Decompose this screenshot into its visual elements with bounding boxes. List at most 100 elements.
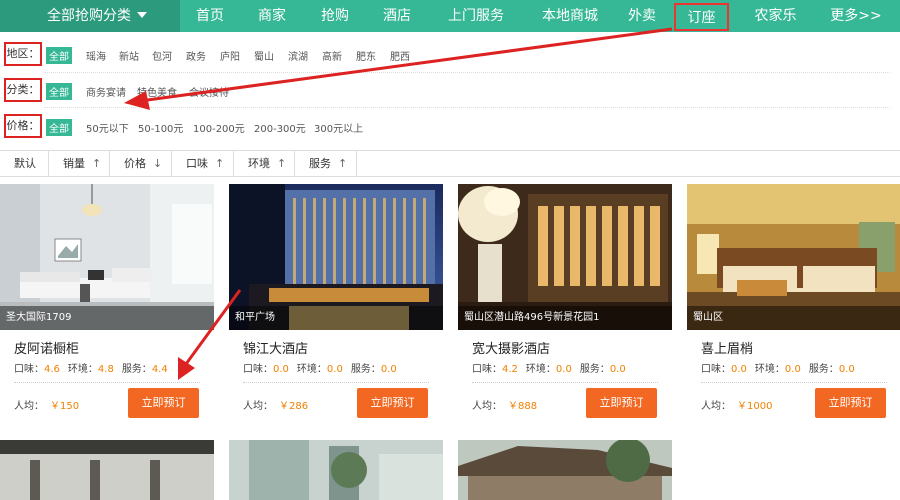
sort-taste[interactable]: 口味 ↑ xyxy=(172,151,234,176)
filter-price-option[interactable]: 300元以上 xyxy=(314,120,363,135)
listing-name[interactable]: 皮阿诺橱柜 xyxy=(14,338,79,357)
book-now-button[interactable]: 立即预订 xyxy=(128,388,199,418)
filter-region-option[interactable]: 肥西 xyxy=(390,48,410,63)
listing-location: 圣大国际1709 xyxy=(0,306,214,330)
sort-default[interactable]: 默认 xyxy=(0,151,49,176)
arrow-up-icon: ↑ xyxy=(92,157,102,170)
filter-category-option[interactable]: 商务宴请 xyxy=(86,84,126,99)
filter-region-option[interactable]: 政务 xyxy=(186,48,206,63)
filter-price-option[interactable]: 100-200元 xyxy=(193,120,245,135)
pavilion-photo xyxy=(458,440,672,500)
divider xyxy=(243,382,429,383)
listing-name[interactable]: 宽大摄影酒店 xyxy=(472,338,550,357)
average-price: 人均： ￥888 xyxy=(472,397,537,412)
nav-item-more[interactable]: 更多>> xyxy=(824,0,888,32)
average-price-value: ￥286 xyxy=(279,401,309,412)
listing-card[interactable]: 蜀山区 喜上眉梢 口味：0.0 环境：0.0 服务：0.0 人均： ￥1000 立即预… xyxy=(687,184,900,434)
environment-score: 0.0 xyxy=(555,364,572,375)
listing-card[interactable]: 蜀山区潜山路496号新景花园1 宽大摄影酒店 口味：4.2 环境：0.0 服务：0.… xyxy=(458,184,672,434)
filter-row-region: 地区： 全部 瑶海 新站 包河 政务 庐阳 蜀山 滨湖 高新 肥东 肥西 xyxy=(0,38,900,68)
filter-price-option[interactable]: 200-300元 xyxy=(254,120,306,135)
sort-sales[interactable]: 销量 ↑ xyxy=(49,151,110,176)
sort-price[interactable]: 价格 ↓ xyxy=(110,151,172,176)
filter-region-option[interactable]: 瑶海 xyxy=(86,48,106,63)
listing-location: 蜀山区潜山路496号新景花园1 xyxy=(458,306,672,330)
average-price-label: 人均： xyxy=(14,401,44,412)
filter-row-category: 分类： 全部 商务宴请 特色美食 会议接待 xyxy=(0,74,900,104)
book-now-button[interactable]: 立即预订 xyxy=(586,388,657,418)
environment-score: 0.0 xyxy=(326,364,343,375)
listing-photo[interactable]: 和平广场 xyxy=(229,184,443,330)
filter-label-category: 分类： xyxy=(4,78,42,102)
filter-price-option[interactable]: 50-100元 xyxy=(138,120,183,135)
listing-ratings: 口味：0.0 环境：0.0 服务：0.0 xyxy=(701,360,863,375)
environment-label: 环境： xyxy=(525,364,556,375)
filter-row-price: 价格： 全部 50元以下 50-100元 100-200元 200-300元 3… xyxy=(0,110,900,140)
listing-photo[interactable] xyxy=(458,440,672,500)
divider xyxy=(44,72,890,73)
filter-region-option[interactable]: 肥东 xyxy=(356,48,376,63)
filter-region-all[interactable]: 全部 xyxy=(46,47,72,64)
nav-item-home-service[interactable]: 上门服务 xyxy=(440,0,512,32)
arrow-up-icon: ↑ xyxy=(277,157,287,170)
listing-photo[interactable]: 圣大国际1709 xyxy=(0,184,214,330)
filter-price-option[interactable]: 50元以下 xyxy=(86,120,129,135)
sort-environment[interactable]: 环境 ↑ xyxy=(234,151,295,176)
listing-photo[interactable]: 蜀山区潜山路496号新景花园1 xyxy=(458,184,672,330)
filter-category-all[interactable]: 全部 xyxy=(46,83,72,100)
taste-score: 0.0 xyxy=(273,364,289,375)
listing-card[interactable]: 圣大国际1709 皮阿诺橱柜 口味：4.6 环境：4.8 服务：4.4 人均： ￥15… xyxy=(0,184,214,434)
interior-photo xyxy=(0,440,214,500)
filter-price-all[interactable]: 全部 xyxy=(46,119,72,136)
sort-label: 环境 xyxy=(248,157,270,170)
service-score: 4.4 xyxy=(151,364,168,375)
filter-category-option[interactable]: 会议接待 xyxy=(189,84,229,99)
average-price-value: ￥150 xyxy=(50,401,80,412)
nav-item-flash-sale[interactable]: 抢购 xyxy=(315,0,355,32)
arrow-up-icon: ↑ xyxy=(338,157,348,170)
service-score: 0.0 xyxy=(609,364,626,375)
nav-item-reservation[interactable]: 订座 xyxy=(674,3,729,31)
nav-item-takeout[interactable]: 外卖 xyxy=(622,0,662,32)
filter-region-option[interactable]: 包河 xyxy=(152,48,172,63)
service-label: 服务： xyxy=(808,364,839,375)
book-now-button[interactable]: 立即预订 xyxy=(357,388,428,418)
filter-region-option[interactable]: 新站 xyxy=(119,48,139,63)
nav-item-hotel[interactable]: 酒店 xyxy=(377,0,417,32)
category-menu-label: 全部抢购分类 xyxy=(47,8,131,24)
listing-photo[interactable] xyxy=(0,440,214,500)
average-price: 人均： ￥1000 xyxy=(701,397,772,412)
environment-score: 0.0 xyxy=(784,364,801,375)
sort-label: 服务 xyxy=(309,157,331,170)
filter-region-option[interactable]: 高新 xyxy=(322,48,342,63)
nav-item-merchants[interactable]: 商家 xyxy=(252,0,292,32)
book-now-button[interactable]: 立即预订 xyxy=(815,388,886,418)
environment-score: 4.8 xyxy=(97,364,114,375)
service-label: 服务： xyxy=(579,364,610,375)
nav-item-farmhouse[interactable]: 农家乐 xyxy=(748,0,803,32)
listing-photo[interactable] xyxy=(229,440,443,500)
filter-region-option[interactable]: 蜀山 xyxy=(254,48,274,63)
filter-label-price: 价格： xyxy=(4,114,42,138)
divider xyxy=(44,107,890,108)
sort-label: 价格 xyxy=(124,157,146,170)
taste-score: 4.6 xyxy=(44,364,60,375)
filter-category-option[interactable]: 特色美食 xyxy=(137,84,177,99)
filter-region-option[interactable]: 滨湖 xyxy=(288,48,308,63)
nav-item-local-mall[interactable]: 本地商城 xyxy=(534,0,606,32)
nav-item-home[interactable]: 首页 xyxy=(190,0,230,32)
taste-label: 口味： xyxy=(14,364,44,375)
average-price-value: ￥1000 xyxy=(737,401,773,412)
sort-service[interactable]: 服务 ↑ xyxy=(295,151,357,176)
listing-ratings: 口味：4.6 环境：4.8 服务：4.4 xyxy=(14,360,176,375)
filter-region-option[interactable]: 庐阳 xyxy=(220,48,240,63)
listing-photo[interactable]: 蜀山区 xyxy=(687,184,900,330)
listing-location: 蜀山区 xyxy=(687,306,900,330)
divider xyxy=(701,382,887,383)
category-menu-button[interactable]: 全部抢购分类 xyxy=(0,0,180,32)
listing-name[interactable]: 喜上眉梢 xyxy=(701,338,753,357)
environment-label: 环境： xyxy=(296,364,327,375)
sort-label: 默认 xyxy=(14,157,36,170)
listing-name[interactable]: 锦江大酒店 xyxy=(243,338,308,357)
listing-card[interactable]: 和平广场 锦江大酒店 口味：0.0 环境：0.0 服务：0.0 人均： ￥286 立即… xyxy=(229,184,443,434)
